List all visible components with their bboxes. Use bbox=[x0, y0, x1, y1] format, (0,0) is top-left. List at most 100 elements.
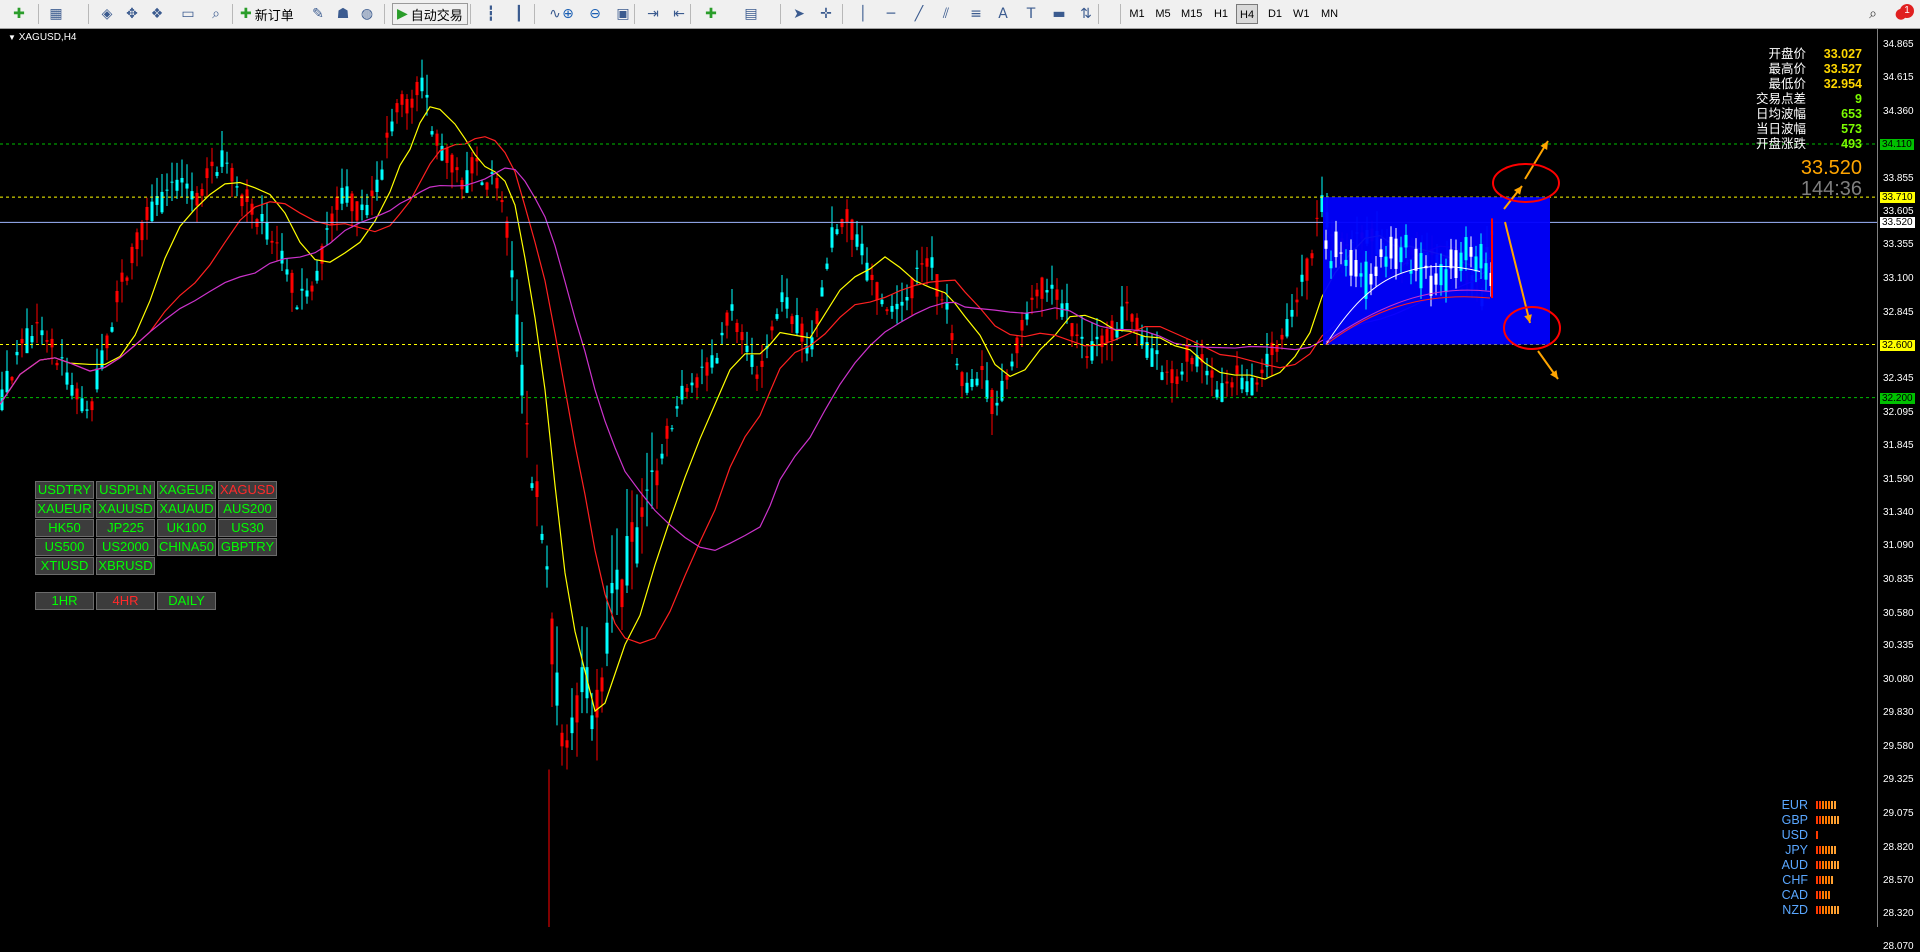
auto-trading-button[interactable]: ▶ 自动交易 bbox=[392, 3, 468, 25]
auto-scroll-button[interactable]: ⇤ bbox=[668, 3, 690, 25]
symbol-button-xauusd[interactable]: XAUUSD bbox=[96, 500, 155, 518]
zoom-out-button[interactable]: ⊖ bbox=[584, 3, 606, 25]
strength-bar bbox=[1834, 905, 1836, 914]
candle-body bbox=[785, 297, 789, 309]
timeframe-h1-button[interactable]: H1 bbox=[1210, 4, 1232, 24]
strength-bar bbox=[1837, 815, 1839, 824]
navigator-button[interactable]: ✥ bbox=[121, 3, 143, 25]
candle-body bbox=[1315, 217, 1319, 219]
symbol-button-usdpln[interactable]: USDPLN bbox=[96, 481, 155, 499]
symbol-button-aus200[interactable]: AUS200 bbox=[218, 500, 277, 518]
tile-windows-button[interactable]: ▣ bbox=[612, 3, 634, 25]
symbol-button-jp225[interactable]: JP225 bbox=[96, 519, 155, 537]
strategy-tester-button[interactable]: ⌕ bbox=[205, 3, 227, 25]
new-order-button[interactable]: ✚ 新订单 bbox=[240, 3, 294, 25]
candle-body bbox=[185, 183, 189, 189]
signals-button[interactable]: ☗ bbox=[332, 3, 354, 25]
templates-icon: ▤ bbox=[744, 6, 758, 22]
candle-body bbox=[1085, 356, 1089, 359]
new-chart-button[interactable]: ✚ bbox=[8, 3, 30, 25]
candle-body bbox=[490, 172, 494, 174]
candle-body bbox=[1150, 348, 1154, 367]
symbol-button-gbptry[interactable]: GBPTRY bbox=[218, 538, 277, 556]
symbol-button-uk100[interactable]: UK100 bbox=[157, 519, 216, 537]
candle-body bbox=[460, 180, 464, 190]
candle-body bbox=[1344, 259, 1348, 266]
zoom-in-button[interactable]: ⊕ bbox=[557, 3, 579, 25]
symbol-button-xauaud[interactable]: XAUAUD bbox=[157, 500, 216, 518]
templates-button[interactable]: ▤ bbox=[740, 3, 762, 25]
symbol-button-xtiusd[interactable]: XTIUSD bbox=[35, 557, 94, 575]
price-axis[interactable]: 34.865 34.615 34.360 34.110 33.855 33.605 33.3… bbox=[1877, 29, 1920, 952]
timeframe-mn-button[interactable]: MN bbox=[1318, 4, 1341, 24]
toolbar-separator bbox=[232, 4, 233, 24]
terminal-button[interactable]: ▭ bbox=[177, 3, 199, 25]
channel-button[interactable]: ⫽ bbox=[935, 3, 957, 25]
bar-chart-icon: ┇ bbox=[486, 6, 496, 22]
price-axis-label: 32.345 bbox=[1883, 373, 1914, 385]
strategy-tester-icon: ⌕ bbox=[212, 6, 220, 22]
timeframe-switch-button-daily[interactable]: DAILY bbox=[157, 592, 216, 610]
rectangle-button[interactable]: ▬ bbox=[1048, 3, 1070, 25]
symbol-button-us2000[interactable]: US2000 bbox=[96, 538, 155, 556]
symbol-button-us500[interactable]: US500 bbox=[35, 538, 94, 556]
bearish-target-arrow-head bbox=[1550, 370, 1558, 379]
cursor-button[interactable]: ➤ bbox=[788, 3, 810, 25]
symbol-button-xbrusd[interactable]: XBRUSD bbox=[96, 557, 155, 575]
indicators-button[interactable]: ✚ bbox=[700, 3, 722, 25]
candle-body bbox=[1235, 365, 1239, 375]
candle-body bbox=[135, 232, 139, 250]
timeframe-h4-button[interactable]: H4 bbox=[1236, 4, 1259, 24]
timeframe-m5-button[interactable]: M5 bbox=[1152, 4, 1174, 24]
candle-body bbox=[800, 323, 804, 342]
arrows-button[interactable]: ⇅ bbox=[1075, 3, 1097, 25]
price-axis-label: 33.100 bbox=[1883, 273, 1914, 285]
symbol-button-xaueur[interactable]: XAUEUR bbox=[35, 500, 94, 518]
text-button[interactable]: A bbox=[992, 3, 1014, 25]
info-label: 当日波幅 bbox=[1755, 122, 1806, 136]
new-order-label: 新订单 bbox=[254, 7, 294, 23]
symbol-button-hk50[interactable]: HK50 bbox=[35, 519, 94, 537]
price-axis-label: 33.855 bbox=[1883, 172, 1914, 184]
bar-chart-button[interactable]: ┇ bbox=[480, 3, 502, 25]
candle-body bbox=[1474, 256, 1478, 272]
timeframe-w1-button[interactable]: W1 bbox=[1290, 4, 1313, 24]
strength-bar bbox=[1816, 905, 1818, 914]
fibonacci-button[interactable]: ≡ bbox=[965, 3, 987, 25]
text-label-button[interactable]: T bbox=[1020, 3, 1042, 25]
candle-body bbox=[85, 409, 89, 411]
market-watch-button[interactable]: ◈ bbox=[96, 3, 118, 25]
data-window-button[interactable]: ❖ bbox=[146, 3, 168, 25]
candle-body bbox=[1429, 275, 1433, 296]
timeframe-switch-button-1hr[interactable]: 1HR bbox=[35, 592, 94, 610]
vertical-line-button[interactable]: │ bbox=[852, 3, 874, 25]
trendline-button[interactable]: ╱ bbox=[908, 3, 930, 25]
timeframe-m15-button[interactable]: M15 bbox=[1178, 4, 1205, 24]
timeframe-m1-button[interactable]: M1 bbox=[1126, 4, 1148, 24]
timeframe-switch-button-4hr[interactable]: 4HR bbox=[96, 592, 155, 610]
strength-bar bbox=[1822, 875, 1824, 884]
price-axis-label: 31.340 bbox=[1883, 506, 1914, 518]
symbol-button-us30[interactable]: US30 bbox=[218, 519, 277, 537]
crosshair-icon: ✛ bbox=[820, 6, 832, 22]
market-button[interactable]: ◍ bbox=[356, 3, 378, 25]
symbol-button-xagusd[interactable]: XAGUSD bbox=[218, 481, 277, 499]
symbol-button-usdtry[interactable]: USDTRY bbox=[35, 481, 94, 499]
candlestick-button[interactable]: ┃ bbox=[508, 3, 530, 25]
chart-menu-triangle-icon[interactable]: ▼ bbox=[8, 33, 16, 42]
profiles-button[interactable]: ▦ bbox=[45, 3, 67, 25]
candle-body bbox=[715, 357, 719, 364]
metaeditor-button[interactable]: ✎ bbox=[307, 3, 329, 25]
candle-body bbox=[95, 368, 99, 390]
strength-bar bbox=[1834, 800, 1836, 809]
timeframe-d1-button[interactable]: D1 bbox=[1264, 4, 1286, 24]
horizontal-line-button[interactable]: ─ bbox=[880, 3, 902, 25]
price-chart[interactable] bbox=[0, 29, 1877, 927]
chart-area[interactable]: ▼ XAGUSD,H4 开盘价 33.027 最高价 33.527 最低价 32.954 交… bbox=[0, 29, 1920, 927]
chart-shift-button[interactable]: ⇥ bbox=[642, 3, 664, 25]
symbol-button-china50[interactable]: CHINA50 bbox=[157, 538, 216, 556]
auto-trading-icon: ▶ bbox=[397, 6, 408, 22]
symbol-button-xageur[interactable]: XAGEUR bbox=[157, 481, 216, 499]
search-button[interactable]: ⌕ bbox=[1862, 3, 1884, 25]
crosshair-button[interactable]: ✛ bbox=[815, 3, 837, 25]
